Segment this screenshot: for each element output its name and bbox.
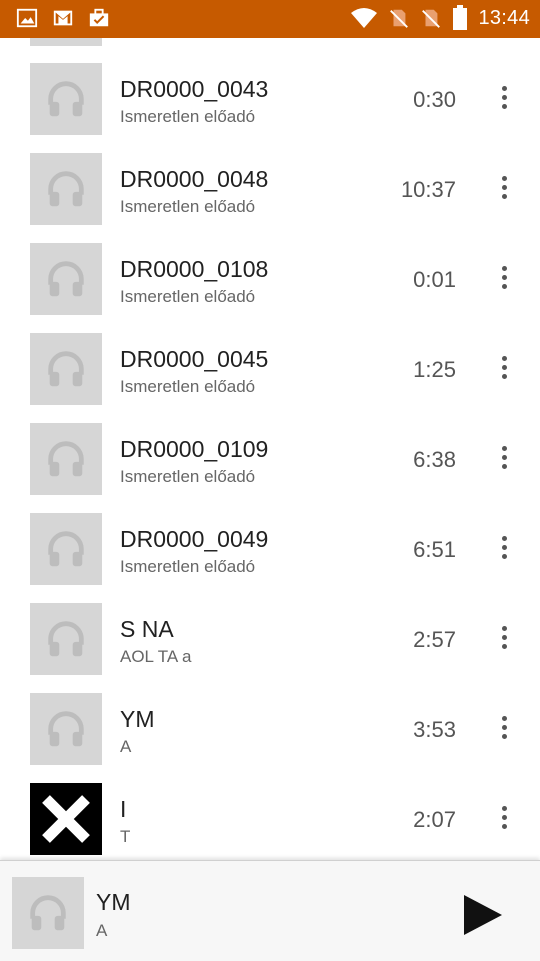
song-artist: Ismeretlen előadó [120, 197, 256, 216]
headphones-icon [48, 261, 84, 297]
song-duration: 0:30 [413, 87, 456, 112]
gmail-icon [53, 10, 73, 26]
album-art [30, 423, 102, 495]
battery-icon [453, 5, 468, 30]
song-duration: 2:07 [413, 807, 456, 832]
no-sim-icon [422, 9, 441, 28]
song-duration: 0:01 [413, 267, 456, 292]
more-options-icon[interactable] [494, 536, 514, 562]
x-icon [42, 795, 90, 843]
song-title: DR0000_0108 [120, 256, 269, 282]
album-art [30, 693, 102, 765]
song-artist: Ismeretlen előadó [120, 467, 256, 486]
song-artist: Ismeretlen előadó [120, 377, 256, 396]
song-duration: 10:37 [400, 177, 456, 202]
album-art [30, 333, 102, 405]
song-title: YM [120, 706, 155, 732]
more-options-icon[interactable] [494, 356, 514, 382]
headphones-icon [48, 441, 84, 477]
status-bar: 13:44 [0, 0, 540, 38]
now-playing-bar[interactable]: YM A [0, 860, 540, 961]
more-options-icon[interactable] [494, 626, 514, 652]
now-playing-album-art [12, 877, 84, 949]
wifi-icon [351, 8, 378, 28]
headphones-icon [48, 711, 84, 747]
headphones-icon [48, 621, 84, 657]
song-duration: 6:38 [413, 447, 456, 472]
song-artist: Ismeretlen előadó [120, 557, 256, 576]
more-options-icon[interactable] [494, 266, 514, 292]
song-title: DR0000_0045 [120, 346, 269, 372]
song-row[interactable]: DR0000_0108 Ismeretlen előadó 0:01 [0, 218, 540, 315]
briefcase-icon [89, 8, 109, 27]
song-row[interactable]: DR0000_0109 Ismeretlen előadó 6:38 [0, 398, 540, 495]
song-duration: 1:25 [413, 357, 456, 382]
headphones-icon [48, 81, 84, 117]
album-art [30, 513, 102, 585]
song-row[interactable]: S NA AOL TA a 2:57 [0, 578, 540, 675]
song-row[interactable]: DR0000_0045 Ismeretlen előadó 1:25 [0, 308, 540, 405]
headphones-icon [48, 351, 84, 387]
clock: 13:44 [478, 6, 530, 29]
more-options-icon[interactable] [494, 806, 514, 832]
song-row[interactable]: DR0000_0043 Ismeretlen előadó 0:30 [0, 38, 540, 135]
song-row[interactable]: I T 2:07 [0, 758, 540, 855]
more-options-icon[interactable] [494, 446, 514, 472]
headphones-icon [48, 171, 84, 207]
song-duration: 2:57 [413, 627, 456, 652]
headphones-icon [30, 895, 66, 931]
song-duration: 6:51 [413, 537, 456, 562]
more-options-icon[interactable] [494, 176, 514, 202]
no-sim-icon [390, 9, 409, 28]
headphones-icon [48, 531, 84, 567]
play-icon[interactable] [458, 891, 506, 939]
song-row[interactable]: YM A 3:53 [0, 668, 540, 765]
song-title: DR0000_0048 [120, 166, 269, 192]
song-artist: Ismeretlen előadó [120, 287, 256, 306]
song-row[interactable]: DR0000_0048 Ismeretlen előadó 10:37 [0, 128, 540, 225]
song-artist: T [120, 827, 131, 846]
now-playing-title: YM [96, 889, 131, 915]
more-options-icon[interactable] [494, 716, 514, 742]
song-list[interactable]: DR0000_0043 Ismeretlen előadó 0:30 DR0000_0… [0, 38, 540, 860]
song-title: DR0000_0049 [120, 526, 269, 552]
song-artist: Ismeretlen előadó [120, 107, 256, 126]
more-options-icon[interactable] [494, 86, 514, 112]
song-title: DR0000_0043 [120, 76, 269, 102]
album-art [30, 783, 102, 855]
song-title: I [120, 796, 127, 822]
album-art [30, 243, 102, 315]
now-playing-artist: A [96, 921, 108, 940]
song-duration: 3:53 [413, 717, 456, 742]
album-art [30, 603, 102, 675]
song-title: S NA [120, 616, 174, 642]
image-icon [16, 8, 38, 28]
song-row[interactable]: DR0000_0049 Ismeretlen előadó 6:51 [0, 488, 540, 585]
album-art [30, 153, 102, 225]
song-artist: A [120, 737, 132, 756]
song-title: DR0000_0109 [120, 436, 269, 462]
album-art [30, 63, 102, 135]
song-artist: AOL TA a [120, 647, 192, 666]
